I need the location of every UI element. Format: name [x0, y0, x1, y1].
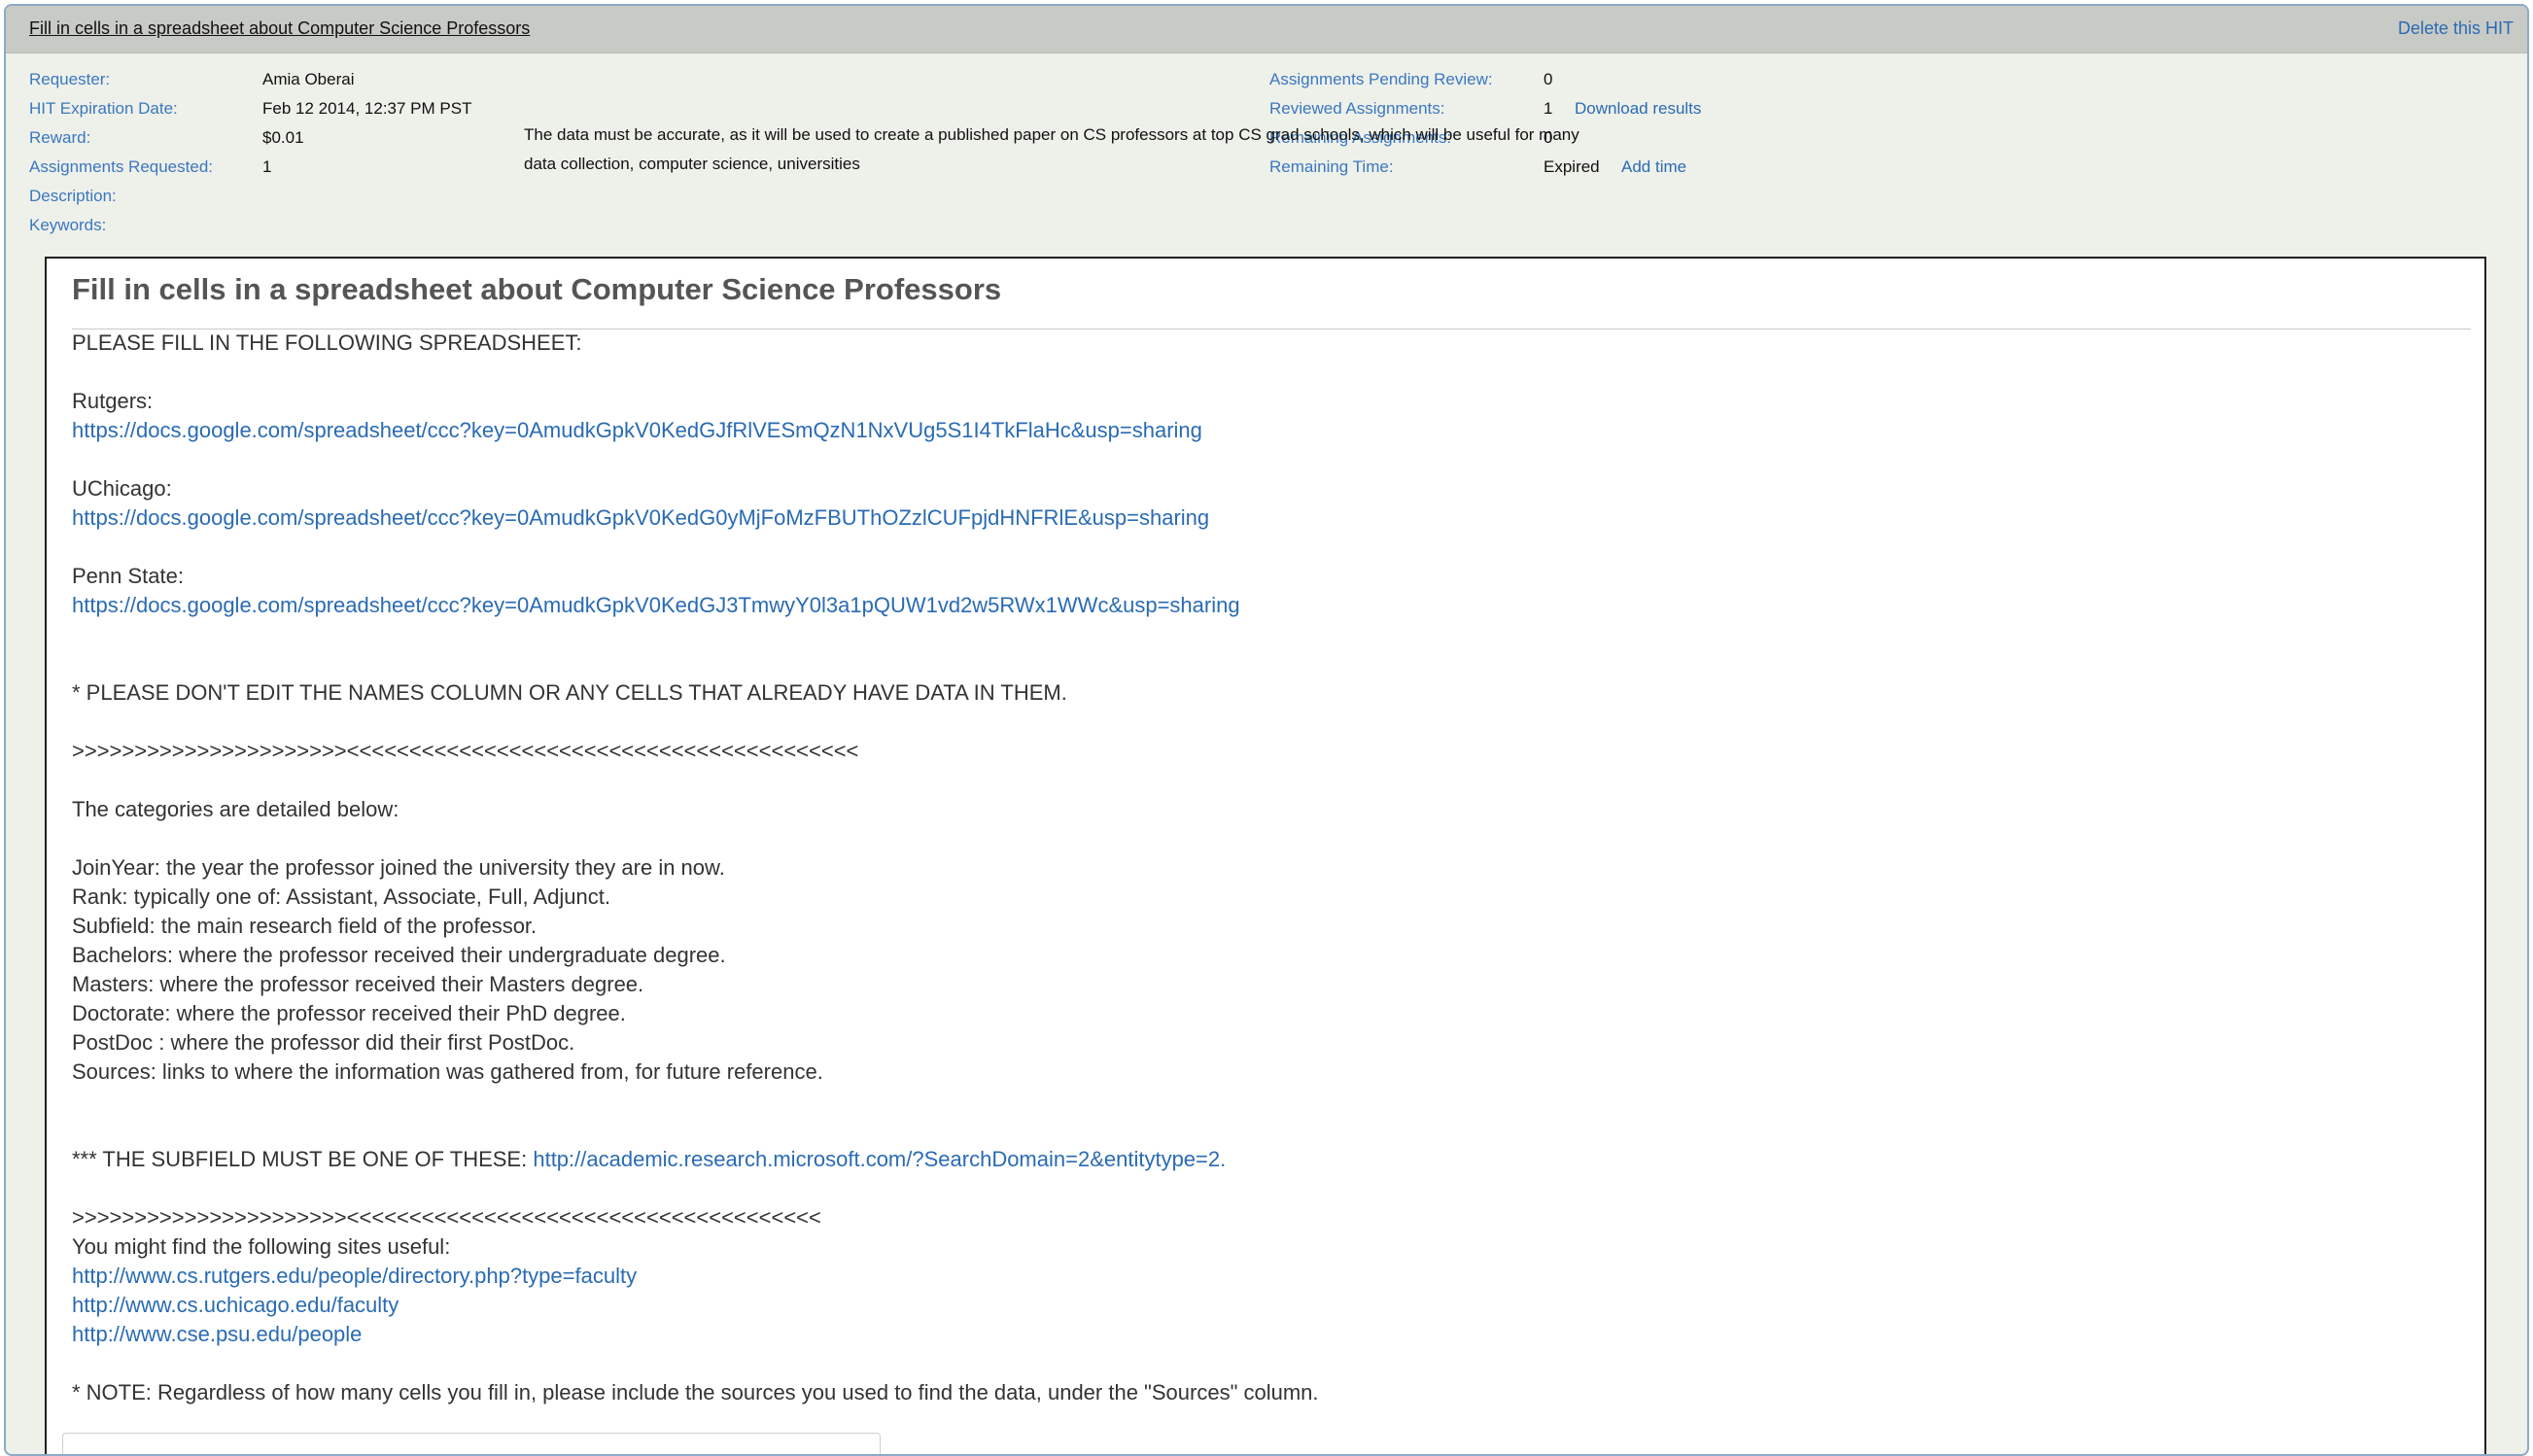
assignments-requested-value: 1 — [262, 157, 272, 176]
hit-title-link[interactable]: Fill in cells in a spreadsheet about Com… — [29, 18, 530, 39]
category-bachelors: Bachelors: where the professor received … — [72, 943, 726, 967]
pending-review-label: Assignments Pending Review: — [1269, 70, 1493, 88]
subfield-requirement: *** THE SUBFIELD MUST BE ONE OF THESE: h… — [72, 1145, 2465, 1174]
instructions-body: PLEASE FILL IN THE FOLLOWING SPREADSHEET… — [72, 329, 2465, 1407]
pending-review-value: 0 — [1544, 70, 1553, 88]
school-name-pennstate: Penn State: — [72, 564, 184, 588]
expiration-value: Feb 12 2014, 12:37 PM PST — [262, 99, 472, 118]
hit-container: Fill in cells in a spreadsheet about Com… — [4, 4, 2529, 1456]
description-value: The data must be accurate, as it will be… — [524, 121, 1710, 179]
subfield-prefix: *** THE SUBFIELD MUST BE ONE OF THESE: — [72, 1147, 534, 1171]
intro-text: PLEASE FILL IN THE FOLLOWING SPREADSHEET… — [72, 330, 582, 355]
school-name-rutgers: Rutgers: — [72, 389, 154, 413]
reward-value: $0.01 — [262, 128, 304, 147]
delete-hit-link[interactable]: Delete this HIT — [2398, 18, 2514, 39]
site-link-uchicago[interactable]: http://www.cs.uchicago.edu/faculty — [72, 1293, 399, 1317]
school-name-uchicago: UChicago: — [72, 476, 172, 501]
assignments-requested-label: Assignments Requested: — [29, 157, 213, 176]
spreadsheet-link-rutgers[interactable]: https://docs.google.com/spreadsheet/ccc?… — [72, 418, 1202, 442]
subfield-link[interactable]: http://academic.research.microsoft.com/?… — [533, 1147, 1226, 1171]
hit-title-bar: Fill in cells in a spreadsheet about Com… — [6, 6, 2527, 53]
spreadsheet-link-pennstate[interactable]: https://docs.google.com/spreadsheet/ccc?… — [72, 593, 1240, 617]
hit-preview-panel: Fill in cells in a spreadsheet about Com… — [45, 257, 2486, 1454]
category-doctorate: Doctorate: where the professor received … — [72, 1001, 626, 1025]
category-rank: Rank: typically one of: Assistant, Assoc… — [72, 884, 610, 909]
sources-note: * NOTE: Regardless of how many cells you… — [72, 1380, 1319, 1404]
description-text: The data must be accurate, as it will be… — [524, 125, 1579, 144]
reviewed-label: Reviewed Assignments: — [1269, 99, 1445, 118]
separator-2: >>>>>>>>>>>>>>>>>>>>>><<<<<<<<<<<<<<<<<<… — [72, 1205, 821, 1230]
keywords-text: data collection, computer science, unive… — [524, 155, 860, 173]
panel-heading: Fill in cells in a spreadsheet about Com… — [72, 272, 1002, 306]
site-link-rutgers[interactable]: http://www.cs.rutgers.edu/people/directo… — [72, 1264, 637, 1288]
sites-intro: You might find the following sites usefu… — [72, 1234, 451, 1259]
requester-label: Requester: — [29, 70, 111, 88]
description-label: Description: — [29, 187, 117, 205]
requester-value: Amia Oberai — [262, 70, 355, 88]
reviewed-value: 1 — [1544, 99, 1553, 118]
categories-intro: The categories are detailed below: — [72, 797, 399, 821]
category-sources: Sources: links to where the information … — [72, 1059, 823, 1084]
download-results-link[interactable]: Download results — [1575, 99, 1701, 119]
category-postdoc: PostDoc : where the professor did their … — [72, 1030, 575, 1055]
answer-input-box[interactable] — [62, 1433, 881, 1454]
separator-1: >>>>>>>>>>>>>>>>>>>>>><<<<<<<<<<<<<<<<<<… — [72, 739, 859, 763]
category-joinyear: JoinYear: the year the professor joined … — [72, 855, 725, 880]
reward-label: Reward: — [29, 128, 91, 147]
spreadsheet-link-uchicago[interactable]: https://docs.google.com/spreadsheet/ccc?… — [72, 505, 1209, 530]
site-link-psu[interactable]: http://www.cse.psu.edu/people — [72, 1322, 362, 1346]
keywords-label: Keywords: — [29, 216, 107, 234]
category-masters: Masters: where the professor received th… — [72, 972, 644, 996]
category-subfield: Subfield: the main research field of the… — [72, 914, 538, 938]
warning-text: * PLEASE DON'T EDIT THE NAMES COLUMN OR … — [72, 680, 1067, 705]
expiration-label: HIT Expiration Date: — [29, 99, 178, 118]
